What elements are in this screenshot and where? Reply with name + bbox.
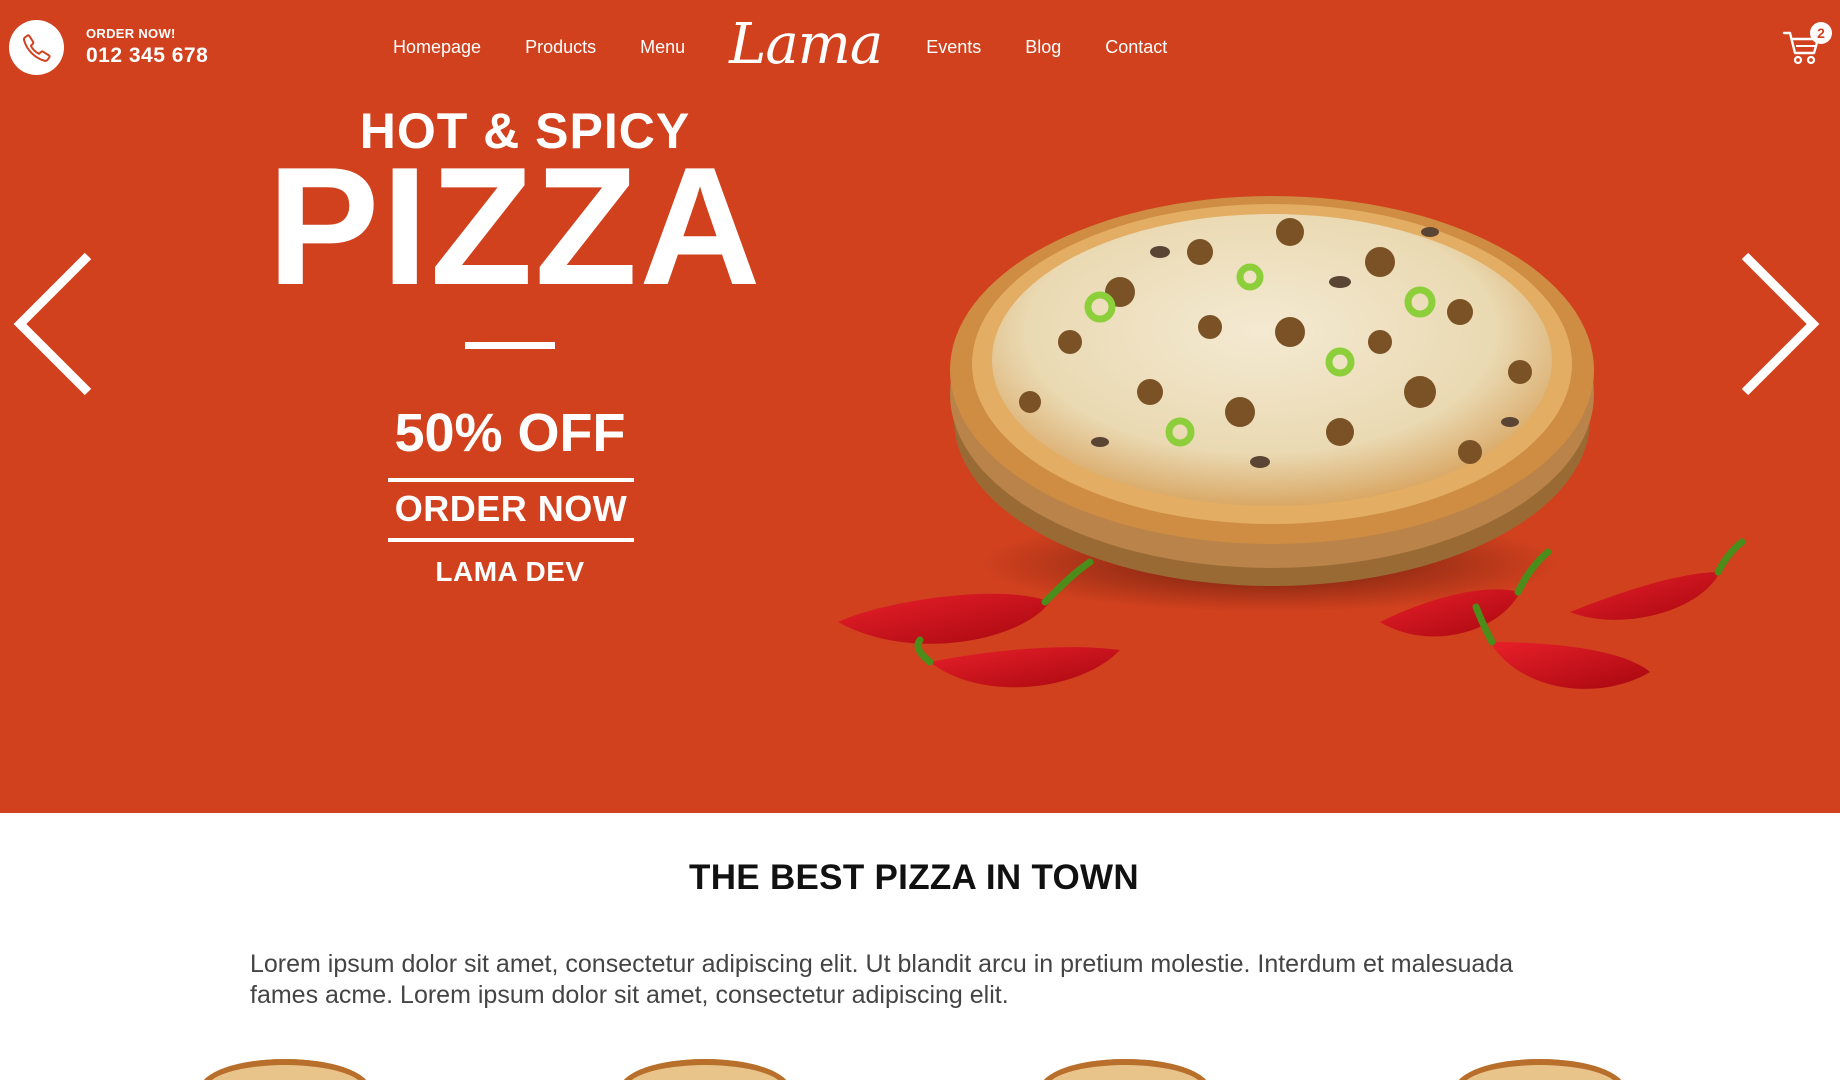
- order-contact: ORDER NOW! 012 345 678: [86, 26, 208, 68]
- order-label: ORDER NOW!: [86, 26, 176, 41]
- section-description: Lorem ipsum dolor sit amet, consectetur …: [250, 950, 1514, 1010]
- nav-item-contact[interactable]: Contact: [1105, 37, 1167, 58]
- promo-brand: LAMA DEV: [435, 556, 585, 587]
- slider-prev-button[interactable]: [8, 250, 98, 400]
- promo-divider: [465, 342, 555, 349]
- cart-button[interactable]: 2: [1782, 22, 1832, 70]
- logo[interactable]: Lama: [729, 12, 883, 77]
- order-now-button[interactable]: ORDER NOW: [388, 478, 634, 542]
- navbar: ORDER NOW! 012 345 678 Homepage Products…: [0, 0, 1840, 102]
- main-nav: Homepage Products Menu Lama Events Blog …: [393, 0, 1211, 95]
- nav-item-blog[interactable]: Blog: [1025, 37, 1061, 58]
- nav-item-menu[interactable]: Menu: [640, 37, 685, 58]
- call-button[interactable]: [9, 20, 64, 75]
- phone-icon: [20, 31, 54, 65]
- pizza-image: [820, 102, 1780, 742]
- pizza-thumbnail[interactable]: [200, 1059, 370, 1080]
- nav-item-homepage[interactable]: Homepage: [393, 37, 481, 58]
- section-title: THE BEST PIZZA IN TOWN: [689, 858, 1139, 897]
- hero-banner: HOT & SPICY PIZZA 50% OFF ORDER NOW LAMA…: [0, 102, 1840, 813]
- pizza-thumbnail[interactable]: [620, 1059, 790, 1080]
- arrow-left-icon: [8, 252, 98, 404]
- nav-item-products[interactable]: Products: [525, 37, 596, 58]
- intro-section: THE BEST PIZZA IN TOWN Lorem ipsum dolor…: [0, 813, 1840, 1080]
- cart-count-badge: 2: [1810, 22, 1832, 44]
- promo-title: PIZZA: [267, 132, 763, 320]
- promo-discount: 50% OFF: [394, 403, 626, 463]
- pizza-thumbnail[interactable]: [1040, 1059, 1210, 1080]
- phone-number[interactable]: 012 345 678: [86, 44, 208, 68]
- pizza-thumbnail[interactable]: [1455, 1059, 1625, 1080]
- nav-item-events[interactable]: Events: [926, 37, 981, 58]
